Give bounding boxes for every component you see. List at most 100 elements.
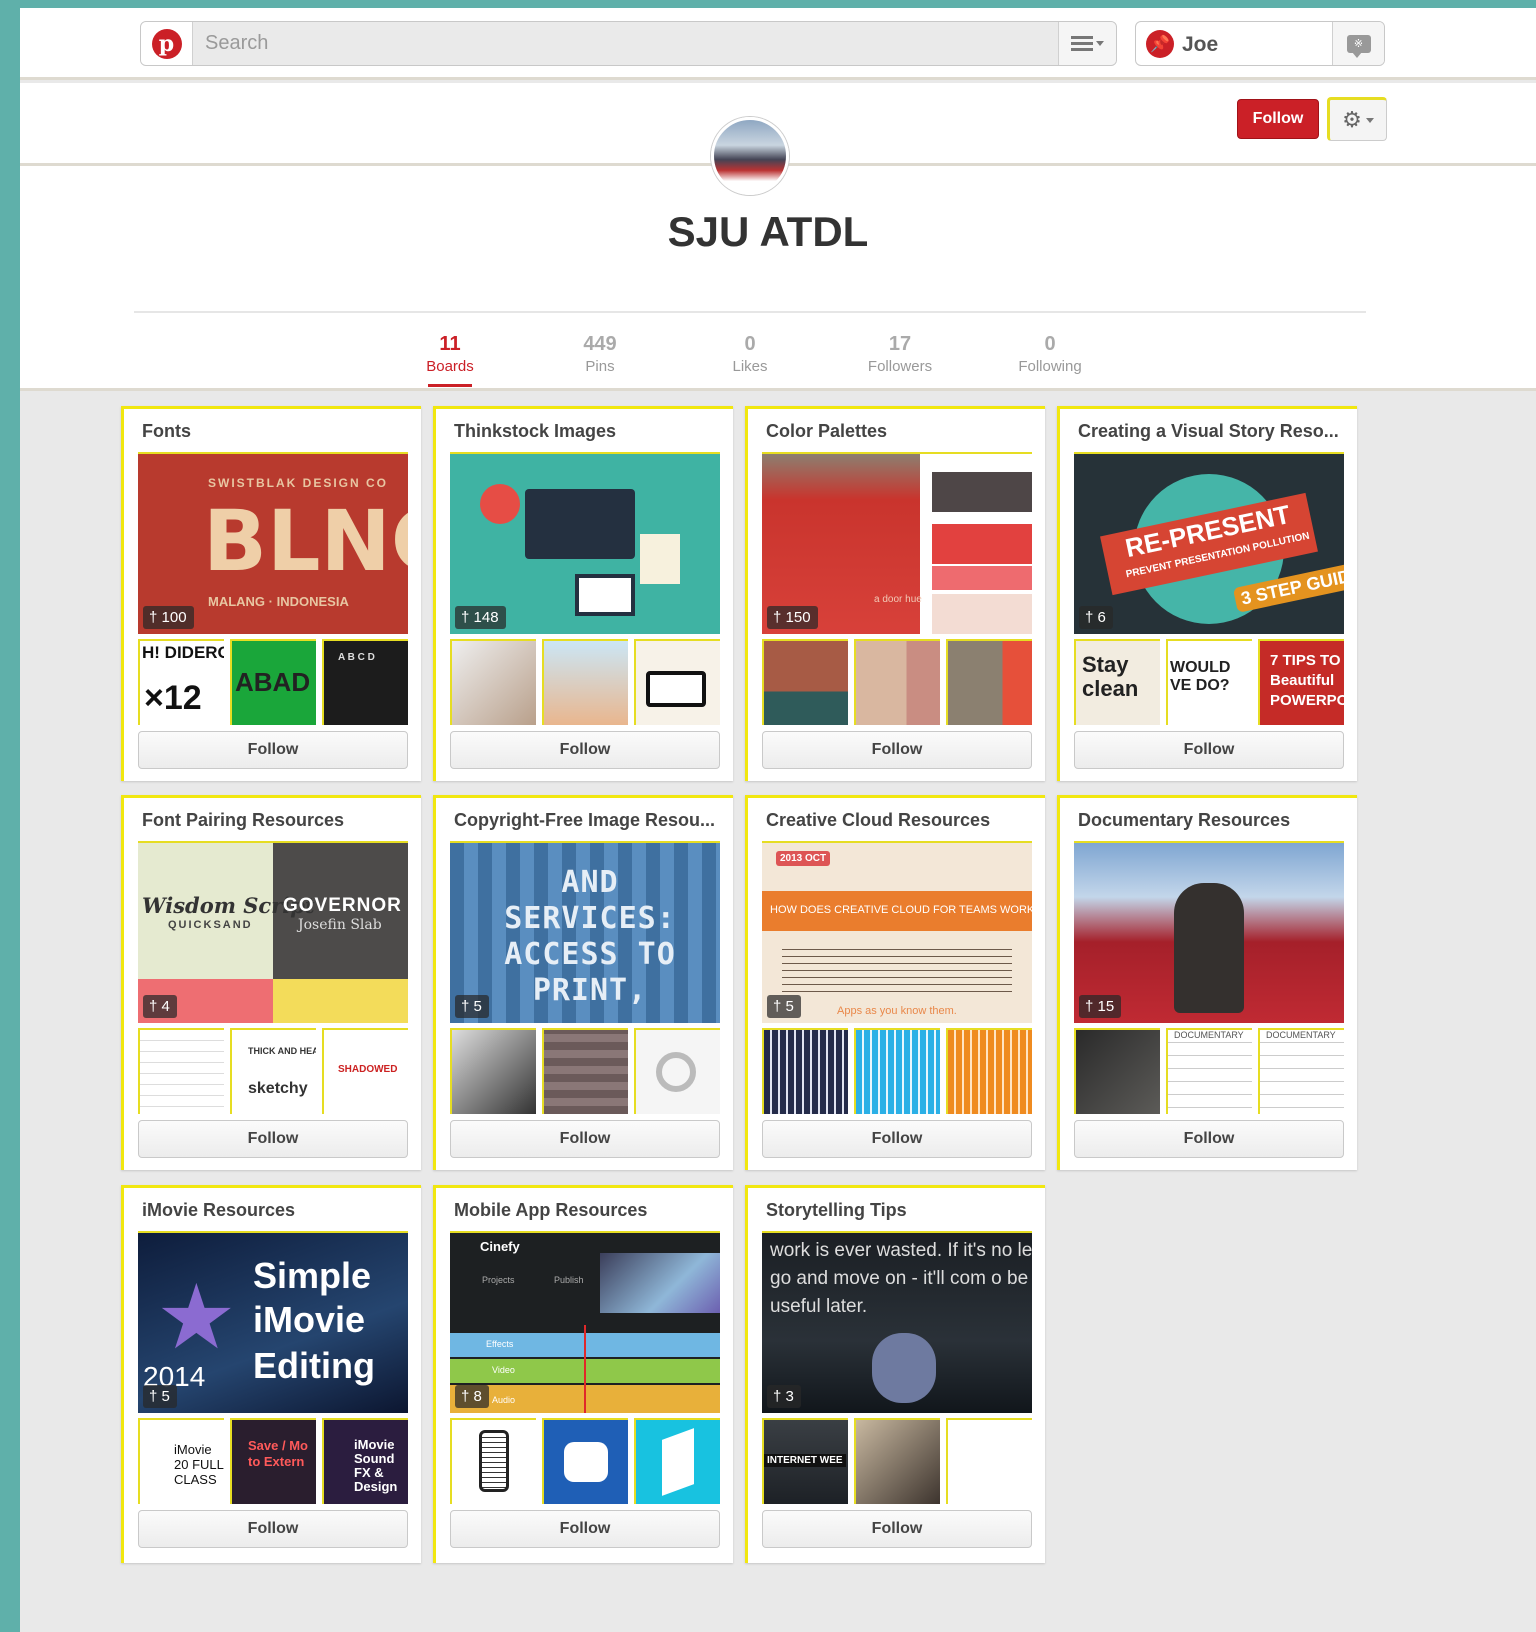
board-follow-button[interactable]: Follow (450, 731, 720, 769)
notifications-button[interactable]: ※ (1332, 22, 1384, 65)
board-thumbnails (450, 1028, 720, 1114)
board-title[interactable]: Documentary Resources (1078, 810, 1353, 831)
board-follow-button[interactable]: Follow (1074, 731, 1344, 769)
board-title[interactable]: Font Pairing Resources (142, 810, 417, 831)
thumbnail[interactable] (634, 1028, 720, 1114)
thumbnail-text: 7 TIPS TO Beautiful POWERPOINT (1270, 652, 1344, 709)
board-cover[interactable]: ★ Simple iMovie Editing 2014 † 5 (138, 1231, 408, 1413)
board-title[interactable]: Fonts (142, 421, 417, 442)
thumbnail[interactable] (762, 639, 848, 725)
cover-text: iMovie (253, 1299, 366, 1340)
gear-icon: ⚙ (1342, 107, 1362, 132)
board-card[interactable]: Fonts SWISTBLAK DESIGN CO BLNC MALANG · … (121, 406, 421, 781)
thumbnail-text: sketchy (248, 1080, 308, 1097)
stat-label: Boards (426, 358, 474, 375)
pin-count: † 6 (1079, 606, 1113, 629)
board-cover[interactable]: work is ever wasted. If it's no let go a… (762, 1231, 1032, 1413)
thumbnail[interactable]: THICK AND HEAVY sketchy (230, 1028, 316, 1114)
stat-following[interactable]: 0 Following (990, 333, 1110, 375)
thumbnail[interactable]: Stay clean (1074, 639, 1160, 725)
board-card[interactable]: Font Pairing Resources Wisdom Script QUI… (121, 795, 421, 1170)
board-title[interactable]: iMovie Resources (142, 1200, 417, 1221)
board-cover[interactable]: † 15 (1074, 841, 1344, 1023)
profile-follow-button[interactable]: Follow (1237, 99, 1319, 139)
thumbnail[interactable]: WOULD VE DO? (1166, 639, 1252, 725)
board-card[interactable]: Storytelling Tips work is ever wasted. I… (745, 1185, 1045, 1563)
board-cover[interactable]: AND SERVICES: ACCESS TO PRINT, † 5 (450, 841, 720, 1023)
board-title[interactable]: Creating a Visual Story Reso... (1078, 421, 1353, 442)
thumbnail[interactable] (946, 639, 1032, 725)
board-cover[interactable]: SWISTBLAK DESIGN CO BLNC MALANG · INDONE… (138, 452, 408, 634)
thumbnail[interactable] (634, 1418, 720, 1504)
stat-followers[interactable]: 17 Followers (840, 333, 960, 375)
thumbnail[interactable] (138, 1028, 224, 1114)
stat-pins[interactable]: 449 Pins (540, 333, 660, 375)
board-follow-button[interactable]: Follow (450, 1120, 720, 1158)
thumbnail[interactable] (946, 1418, 1032, 1504)
board-cover[interactable]: RE-PRESENT PREVENT PRESENTATION POLLUTIO… (1074, 452, 1344, 634)
board-title[interactable]: Thinkstock Images (454, 421, 729, 442)
stat-boards[interactable]: 11 Boards (390, 333, 510, 375)
board-card[interactable]: iMovie Resources ★ Simple iMovie Editing… (121, 1185, 421, 1563)
thumbnail[interactable] (542, 1418, 628, 1504)
thumbnail[interactable] (854, 1418, 940, 1504)
thumbnail[interactable]: SHADOWED (322, 1028, 408, 1114)
pinterest-logo[interactable]: p (141, 22, 193, 65)
board-thumbnails: THICK AND HEAVY sketchy SHADOWED (138, 1028, 408, 1114)
thumbnail[interactable] (854, 1028, 940, 1114)
board-card[interactable]: Creating a Visual Story Reso... RE-PRESE… (1057, 406, 1357, 781)
stat-number: 11 (439, 333, 461, 355)
stat-label: Pins (585, 358, 615, 375)
board-title[interactable]: Color Palettes (766, 421, 1041, 442)
thumbnail[interactable]: A B C D (322, 639, 408, 725)
board-card[interactable]: Creative Cloud Resources 2013 OCT HOW DO… (745, 795, 1045, 1170)
thumbnail[interactable]: iMovie 20 FULL CLASS (138, 1418, 224, 1504)
thumbnail[interactable]: DOCUMENTARY (1166, 1028, 1252, 1114)
thumbnail[interactable] (450, 1418, 536, 1504)
board-follow-button[interactable]: Follow (450, 1510, 720, 1548)
thumbnail[interactable] (542, 639, 628, 725)
board-cover[interactable]: Cinefy Projects Publish Effects Video Au… (450, 1231, 720, 1413)
thumbnail[interactable]: DOCUMENTARY (1258, 1028, 1344, 1114)
board-title[interactable]: Storytelling Tips (766, 1200, 1041, 1221)
board-title[interactable]: Copyright-Free Image Resou... (454, 810, 729, 831)
board-cover[interactable]: Wisdom Script QUICKSAND GOVERNOR Josefin… (138, 841, 408, 1023)
board-follow-button[interactable]: Follow (762, 731, 1032, 769)
settings-button[interactable]: ⚙ (1327, 97, 1387, 141)
categories-menu-button[interactable] (1058, 22, 1116, 65)
board-card[interactable]: Mobile App Resources Cinefy Projects Pub… (433, 1185, 733, 1563)
thumbnail[interactable] (634, 639, 720, 725)
thumbnail[interactable] (450, 639, 536, 725)
thumbnail[interactable] (854, 639, 940, 725)
board-cover[interactable]: 2013 OCT HOW DOES CREATIVE CLOUD FOR TEA… (762, 841, 1032, 1023)
thumbnail[interactable] (450, 1028, 536, 1114)
board-card[interactable]: Copyright-Free Image Resou... AND SERVIC… (433, 795, 733, 1170)
user-menu-button[interactable]: 📌 Joe ※ (1135, 21, 1385, 66)
board-follow-button[interactable]: Follow (138, 1510, 408, 1548)
thumbnail[interactable] (946, 1028, 1032, 1114)
stat-likes[interactable]: 0 Likes (690, 333, 810, 375)
board-follow-button[interactable]: Follow (138, 1120, 408, 1158)
board-card[interactable]: Thinkstock Images † 148 Follow (433, 406, 733, 781)
thumbnail[interactable]: 7 TIPS TO Beautiful POWERPOINT (1258, 639, 1344, 725)
thumbnail[interactable]: iMovie Sound FX & Design (322, 1418, 408, 1504)
board-cover[interactable]: a door hue † 150 (762, 452, 1032, 634)
thumbnail[interactable]: Save / Mo to Extern (230, 1418, 316, 1504)
board-card[interactable]: Color Palettes a door hue † 150 Follow (745, 406, 1045, 781)
thumbnail[interactable]: INTERNET WEE (762, 1418, 848, 1504)
board-title[interactable]: Mobile App Resources (454, 1200, 729, 1221)
board-follow-button[interactable]: Follow (1074, 1120, 1344, 1158)
board-follow-button[interactable]: Follow (762, 1510, 1032, 1548)
thumbnail[interactable]: H! DIDERO ×12 (138, 639, 224, 725)
cover-text: Publish (554, 1275, 584, 1285)
thumbnail[interactable] (542, 1028, 628, 1114)
thumbnail[interactable] (1074, 1028, 1160, 1114)
board-cover[interactable]: † 148 (450, 452, 720, 634)
thumbnail[interactable] (762, 1028, 848, 1114)
board-card[interactable]: Documentary Resources † 15 DOCUMENTARY D… (1057, 795, 1357, 1170)
search-input[interactable] (193, 22, 1053, 65)
board-follow-button[interactable]: Follow (138, 731, 408, 769)
thumbnail[interactable]: ABAD (230, 639, 316, 725)
board-title[interactable]: Creative Cloud Resources (766, 810, 1041, 831)
board-follow-button[interactable]: Follow (762, 1120, 1032, 1158)
